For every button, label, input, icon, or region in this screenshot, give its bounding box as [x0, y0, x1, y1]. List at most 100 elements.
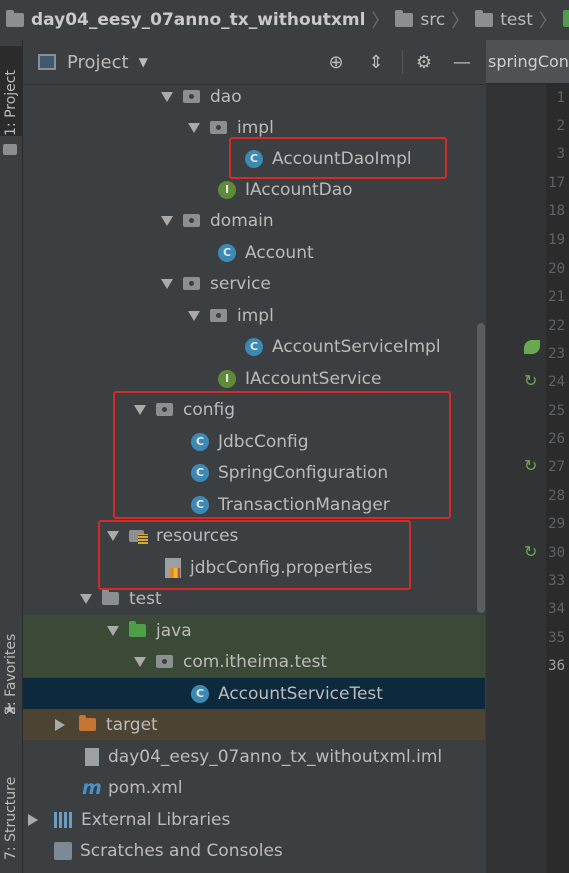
line-number: 2	[556, 118, 565, 134]
tree-item-label: AccountServiceImpl	[272, 336, 441, 357]
line-number: 3	[556, 146, 565, 162]
tool-window-strip: 1: Project 2: Favorites ★ 7: Structure	[0, 40, 23, 873]
editor-area[interactable]: 1 2 3 17 18 19 20 21 22 23 24 25 26 27 2…	[486, 84, 569, 873]
highlight-box-resources	[98, 520, 411, 590]
expand-arrow-icon[interactable]	[80, 593, 92, 604]
dropdown-arrow-icon[interactable]: ▼	[139, 55, 148, 69]
interface-icon: I	[218, 369, 236, 388]
tree-item-iaccount-service[interactable]: I IAccountService	[23, 363, 485, 394]
test-source-folder-icon	[129, 621, 146, 637]
folder-icon	[102, 589, 119, 605]
package-icon	[156, 655, 173, 668]
tree-item-account-service-impl[interactable]: C AccountServiceImpl	[23, 331, 485, 362]
tree-item-label: java	[156, 620, 192, 641]
highlight-box-account-dao-impl	[229, 137, 447, 179]
tree-item-label: Scratches and Consoles	[80, 840, 283, 861]
breadcrumb-test-label: test	[500, 10, 533, 30]
collapse-all-icon[interactable]: ⇕	[366, 52, 386, 73]
tree-item-external-libraries[interactable]: External Libraries	[23, 804, 485, 835]
tree-item-iml-file[interactable]: day04_eesy_07anno_tx_withoutxml.iml	[23, 741, 485, 772]
line-number: 34	[548, 601, 565, 617]
breadcrumb-project-label: day04_eesy_07anno_tx_withoutxml	[31, 10, 366, 30]
line-number: 1	[556, 90, 565, 106]
line-number: 18	[548, 203, 565, 219]
expand-arrow-icon[interactable]	[134, 656, 146, 667]
highlight-box-config	[113, 391, 451, 519]
structure-tool-button[interactable]: 7: Structure	[0, 755, 22, 860]
project-tool-label: 1: Project	[3, 70, 19, 136]
tree-item-java[interactable]: java	[23, 615, 485, 646]
project-folder-icon	[3, 144, 17, 155]
tree-item-label: IAccountService	[245, 368, 382, 389]
line-number: 35	[548, 630, 565, 646]
navigation-bar: day04_eesy_07anno_tx_withoutxml 〉 src 〉 …	[0, 0, 569, 41]
tree-item-service[interactable]: service	[23, 268, 485, 299]
header-divider	[402, 50, 403, 74]
tree-item-label: com.itheima.test	[183, 651, 328, 672]
project-view-icon	[38, 54, 56, 70]
minimize-icon[interactable]: —	[452, 52, 472, 73]
source-folder-icon	[562, 10, 569, 27]
editor-tab[interactable]: springConfiguration	[486, 40, 569, 84]
tree-item-account-service-test[interactable]: C AccountServiceTest	[23, 678, 485, 709]
tree-item-label: impl	[237, 117, 274, 138]
scratches-icon	[54, 841, 72, 860]
maven-icon: m	[82, 776, 102, 799]
tree-item-dao[interactable]: dao	[23, 85, 485, 112]
star-icon: ★	[3, 700, 17, 718]
module-file-icon	[85, 747, 99, 766]
project-view-selector[interactable]: Project	[67, 52, 129, 73]
expand-arrow-icon[interactable]	[188, 122, 200, 133]
collapsed-arrow-icon[interactable]	[55, 718, 65, 731]
project-tool-button[interactable]: 1: Project	[0, 46, 22, 136]
tree-item-domain[interactable]: domain	[23, 205, 485, 236]
breadcrumb-test[interactable]: test	[475, 0, 533, 40]
line-number: 36	[548, 658, 565, 674]
line-number: 19	[548, 232, 565, 248]
package-icon	[183, 90, 200, 103]
tree-item-label: External Libraries	[81, 809, 231, 830]
line-number: 17	[548, 175, 565, 191]
collapsed-arrow-icon[interactable]	[28, 813, 38, 826]
tree-item-service-impl[interactable]: impl	[23, 300, 485, 331]
tree-item-label: AccountServiceTest	[218, 683, 383, 704]
module-folder-icon	[6, 10, 24, 27]
locate-icon[interactable]: ⊕	[326, 52, 346, 73]
run-gutter-icon[interactable]: ↻	[524, 456, 537, 475]
run-gutter-icon[interactable]: ↻	[524, 371, 537, 390]
tree-item-label: service	[210, 273, 271, 294]
folder-icon	[475, 10, 494, 27]
expand-arrow-icon[interactable]	[161, 91, 173, 102]
vertical-scrollbar[interactable]	[477, 323, 485, 613]
interface-icon: I	[218, 180, 236, 199]
line-number: 29	[548, 516, 565, 532]
expand-arrow-icon[interactable]	[107, 625, 119, 636]
tree-item-label: domain	[210, 210, 274, 231]
breadcrumb-project[interactable]: day04_eesy_07anno_tx_withoutxml	[0, 0, 365, 40]
class-icon: C	[245, 337, 263, 356]
tree-item-com-itheima-test[interactable]: com.itheima.test	[23, 646, 485, 677]
tree-item-label: IAccountDao	[245, 179, 353, 200]
breadcrumb-separator-icon: 〉	[538, 11, 557, 32]
gear-icon[interactable]: ⚙	[414, 52, 434, 73]
tree-item-target[interactable]: target	[23, 709, 485, 740]
tree-item-account[interactable]: C Account	[23, 237, 485, 268]
library-icon	[54, 811, 72, 828]
tree-item-label: test	[129, 588, 162, 609]
breadcrumb-separator-icon: 〉	[371, 11, 390, 32]
tree-item-label: dao	[210, 86, 242, 107]
tree-item-pom[interactable]: m pom.xml	[23, 772, 485, 803]
tree-item-scratches[interactable]: Scratches and Consoles	[23, 835, 485, 866]
line-number: 22	[548, 318, 565, 334]
expand-arrow-icon[interactable]	[161, 215, 173, 226]
line-number: 33	[548, 573, 565, 589]
breadcrumb-src[interactable]: src	[395, 0, 445, 40]
expand-arrow-icon[interactable]	[188, 310, 200, 321]
breadcrumb-java[interactable]: java	[562, 0, 569, 40]
expand-arrow-icon[interactable]	[161, 278, 173, 289]
breadcrumb-separator-icon: 〉	[451, 11, 470, 32]
tree-item-label: Account	[245, 242, 314, 263]
breadcrumb-src-label: src	[420, 10, 446, 30]
run-gutter-icon[interactable]: ↻	[524, 542, 537, 561]
package-icon	[210, 121, 227, 134]
